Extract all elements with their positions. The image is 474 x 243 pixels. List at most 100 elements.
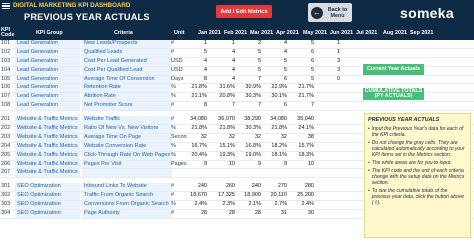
month-value-input[interactable]: 21.1%: [185, 93, 207, 101]
month-value-input[interactable]: [318, 210, 340, 218]
month-value-input[interactable]: 35,040: [292, 116, 314, 124]
month-value-input[interactable]: [371, 76, 393, 84]
month-value-input[interactable]: 19.3%: [213, 152, 235, 160]
month-value-input[interactable]: 18.1%: [265, 152, 287, 160]
month-value-input[interactable]: [318, 143, 340, 151]
month-value-input[interactable]: [318, 116, 340, 124]
month-value-input[interactable]: 5: [292, 67, 314, 75]
month-value-input[interactable]: [345, 49, 367, 57]
month-value-input[interactable]: 32: [213, 134, 235, 142]
month-value-input[interactable]: 16.8%: [239, 143, 261, 151]
month-value-input[interactable]: [318, 201, 340, 209]
month-value-input[interactable]: 32: [265, 134, 287, 142]
month-value-input[interactable]: 32: [239, 134, 261, 142]
month-value-input[interactable]: 6: [265, 102, 287, 110]
month-value-input[interactable]: 2.1%: [239, 201, 261, 209]
month-value-input[interactable]: 34,080: [265, 116, 287, 124]
month-value-input[interactable]: 4: [213, 49, 235, 57]
month-value-input[interactable]: 15.1%: [213, 143, 235, 151]
month-value-input[interactable]: [318, 161, 340, 169]
month-value-input[interactable]: [345, 40, 367, 48]
month-value-input[interactable]: [398, 102, 420, 110]
month-value-input[interactable]: 36,070: [213, 116, 235, 124]
month-value-input[interactable]: 18,670: [185, 192, 207, 200]
month-value-input[interactable]: 30.3%: [239, 93, 261, 101]
month-value-input[interactable]: [318, 102, 340, 110]
month-value-input[interactable]: 28: [239, 210, 261, 218]
month-value-input[interactable]: 9: [265, 161, 287, 169]
month-value-input[interactable]: 10: [292, 161, 314, 169]
month-value-input[interactable]: 16.7%: [185, 143, 207, 151]
month-value-input[interactable]: 9: [239, 161, 261, 169]
month-value-input[interactable]: [398, 49, 420, 57]
month-value-input[interactable]: 240: [185, 183, 207, 191]
month-value-input[interactable]: 5: [239, 49, 261, 57]
month-value-input[interactable]: 28: [213, 210, 235, 218]
month-value-input[interactable]: 8: [185, 76, 207, 84]
month-value-input[interactable]: [398, 40, 420, 48]
month-value-input[interactable]: [371, 40, 393, 48]
menu-icon[interactable]: [2, 2, 10, 10]
month-value-input[interactable]: 4: [265, 40, 287, 48]
month-value-input[interactable]: 260: [213, 183, 235, 191]
month-value-input[interactable]: 21.7%: [292, 93, 314, 101]
month-value-input[interactable]: 4: [185, 58, 207, 66]
cumulative-totals-button[interactable]: CUMULATIVE TOTALS (PY ACTUALS): [363, 88, 424, 100]
month-value-input[interactable]: [213, 169, 235, 177]
month-value-input[interactable]: 4: [265, 49, 287, 57]
month-value-input[interactable]: [345, 76, 367, 84]
month-value-input[interactable]: 31: [265, 210, 287, 218]
month-value-input[interactable]: 18,900: [239, 192, 261, 200]
month-value-input[interactable]: 10: [213, 161, 235, 169]
month-value-input[interactable]: 30: [292, 210, 314, 218]
month-value-input[interactable]: 21.7%: [292, 84, 314, 92]
month-value-input[interactable]: 5: [265, 58, 287, 66]
back-to-menu-button[interactable]: ← Back to Menu: [308, 3, 352, 22]
month-value-input[interactable]: 5: [292, 40, 314, 48]
month-value-input[interactable]: [318, 84, 340, 92]
month-value-input[interactable]: 7: [292, 102, 314, 110]
month-value-input[interactable]: 15.7%: [292, 143, 314, 151]
month-value-input[interactable]: [345, 102, 367, 110]
month-value-input[interactable]: 28: [185, 210, 207, 218]
month-value-input[interactable]: 2.4%: [292, 201, 314, 209]
month-value-input[interactable]: 4: [213, 58, 235, 66]
month-value-input[interactable]: 3: [318, 58, 340, 66]
month-value-input[interactable]: 8: [185, 102, 207, 110]
month-value-input[interactable]: [239, 169, 261, 177]
month-value-input[interactable]: 21.8%: [265, 125, 287, 133]
month-value-input[interactable]: 7: [213, 102, 235, 110]
month-value-input[interactable]: 30.1%: [265, 93, 287, 101]
month-value-input[interactable]: 20.8%: [213, 93, 235, 101]
month-value-input[interactable]: 5: [292, 76, 314, 84]
month-value-input[interactable]: 6: [292, 58, 314, 66]
month-value-input[interactable]: 270: [265, 183, 287, 191]
month-value-input[interactable]: [318, 183, 340, 191]
month-value-input[interactable]: [318, 93, 340, 101]
month-value-input[interactable]: 21.8%: [213, 125, 235, 133]
month-value-input[interactable]: 20,110: [265, 192, 287, 200]
month-value-input[interactable]: 4: [185, 67, 207, 75]
month-value-input[interactable]: 38,290: [239, 116, 261, 124]
month-value-input[interactable]: 18.3%: [292, 152, 314, 160]
month-value-input[interactable]: 38: [292, 134, 314, 142]
month-value-input[interactable]: [398, 76, 420, 84]
month-value-input[interactable]: 6: [265, 76, 287, 84]
month-value-input[interactable]: 17,325: [213, 192, 235, 200]
month-value-input[interactable]: 7: [239, 76, 261, 84]
month-value-input[interactable]: 2.7%: [265, 201, 287, 209]
month-value-input[interactable]: 2: [239, 40, 261, 48]
current-year-actuals-button[interactable]: Current Year Actuals: [363, 64, 424, 75]
month-value-input[interactable]: [318, 134, 340, 142]
month-value-input[interactable]: [318, 152, 340, 160]
month-value-input[interactable]: [318, 169, 340, 177]
month-value-input[interactable]: 18.2%: [265, 143, 287, 151]
month-value-input[interactable]: 20.4%: [185, 152, 207, 160]
month-value-input[interactable]: [292, 169, 314, 177]
month-value-input[interactable]: 25,200: [292, 192, 314, 200]
month-value-input[interactable]: 3: [318, 67, 340, 75]
month-value-input[interactable]: 0: [318, 76, 340, 84]
month-value-input[interactable]: 31.6%: [213, 84, 235, 92]
month-value-input[interactable]: 30.9%: [239, 84, 261, 92]
month-value-input[interactable]: 24.1%: [292, 125, 314, 133]
